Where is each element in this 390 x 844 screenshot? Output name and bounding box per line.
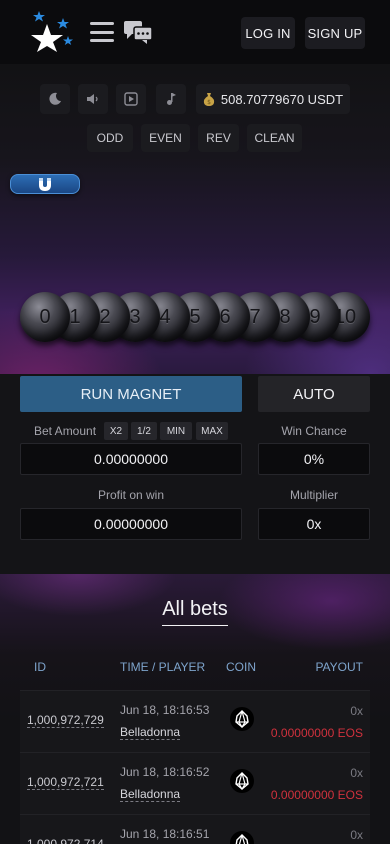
bet-amount-label: Bet Amount xyxy=(34,424,97,438)
eos-icon xyxy=(235,834,249,844)
column-id: ID xyxy=(34,660,46,674)
clean-button[interactable]: CLEAN xyxy=(247,124,302,152)
animation-toggle[interactable] xyxy=(116,84,146,114)
moon-icon xyxy=(49,92,61,105)
multiplier-display: 0x xyxy=(258,508,370,540)
number-balls: 0 1 2 3 4 5 6 7 8 9 10 xyxy=(20,292,370,346)
money-bag-icon: $ xyxy=(203,93,215,106)
bet-multiplier: 0x xyxy=(350,766,363,780)
top-header: LOG IN SIGN UP xyxy=(0,0,390,64)
table-row[interactable]: 1,000,972,721 Jun 18, 18:16:52 Belladonna 0… xyxy=(20,752,370,814)
login-button[interactable]: LOG IN xyxy=(241,17,295,49)
run-magnet-button[interactable]: RUN MAGNET xyxy=(20,376,242,412)
bet-payout: 0.00000000 EOS xyxy=(270,726,363,740)
magnet-position-indicator[interactable] xyxy=(10,174,80,194)
table-row[interactable]: 1,000,972,729 Jun 18, 18:16:53 Belladonna 0… xyxy=(20,690,370,752)
sound-toggle[interactable] xyxy=(78,84,108,114)
eos-icon xyxy=(235,710,249,728)
rev-button[interactable]: REV xyxy=(198,124,239,152)
min-bet-button[interactable]: MIN xyxy=(160,422,192,440)
bet-multiplier: 0x xyxy=(350,828,363,842)
all-bets-section: All bets ID TIME / PLAYER COIN PAYOUT 1,… xyxy=(0,574,390,844)
bet-player[interactable]: Belladonna xyxy=(120,787,181,802)
coin-cell xyxy=(230,707,254,731)
win-chance-label: Win Chance xyxy=(281,424,347,438)
even-button[interactable]: EVEN xyxy=(141,124,190,152)
balance-amount: 508.70779670 USDT xyxy=(220,91,344,107)
column-coin: COIN xyxy=(226,660,256,674)
coin-cell xyxy=(230,831,254,844)
bet-amount-input[interactable]: 0.00000000 xyxy=(20,443,242,475)
bet-time: Jun 18, 18:16:53 xyxy=(120,703,210,717)
bet-id[interactable]: 1,000,972,721 xyxy=(27,775,104,790)
win-chance-display: 0% xyxy=(258,443,370,475)
odd-button[interactable]: ODD xyxy=(87,124,133,152)
table-row[interactable]: 1,000,972,714 Jun 18, 18:16:51 0x xyxy=(20,814,370,844)
magnet-icon xyxy=(39,178,51,191)
volume-icon xyxy=(87,94,98,104)
bet-panel: RUN MAGNET AUTO Bet Amount X2 1/2 MIN MA… xyxy=(0,374,390,574)
max-bet-button[interactable]: MAX xyxy=(196,422,228,440)
column-time-player: TIME / PLAYER xyxy=(120,660,206,674)
bet-multiplier: 0x xyxy=(350,704,363,718)
chat-bubbles-icon[interactable] xyxy=(123,20,153,44)
bet-payout: 0.00000000 EOS xyxy=(270,788,363,802)
music-note-icon xyxy=(167,93,176,105)
half-bet-button[interactable]: 1/2 xyxy=(131,422,157,440)
bet-player[interactable]: Belladonna xyxy=(120,725,181,740)
number-ball: 0 xyxy=(20,292,70,342)
auto-button[interactable]: AUTO xyxy=(258,376,370,412)
bet-id[interactable]: 1,000,972,729 xyxy=(27,713,104,728)
night-mode-toggle[interactable] xyxy=(40,84,70,114)
coin-cell xyxy=(230,769,254,793)
play-icon xyxy=(124,92,138,106)
stars-logo-icon[interactable] xyxy=(30,10,74,52)
double-bet-button[interactable]: X2 xyxy=(104,422,128,440)
signup-button[interactable]: SIGN UP xyxy=(305,17,365,49)
bet-time: Jun 18, 18:16:51 xyxy=(120,827,210,841)
svg-text:$: $ xyxy=(207,99,211,106)
bet-id[interactable]: 1,000,972,714 xyxy=(27,837,104,844)
multiplier-label: Multiplier xyxy=(289,488,338,502)
eos-icon xyxy=(235,772,249,790)
all-bets-title: All bets xyxy=(0,598,390,626)
profit-label: Profit on win xyxy=(97,488,165,502)
balance-display[interactable]: $ 508.70779670 USDT xyxy=(196,84,350,114)
hamburger-icon[interactable] xyxy=(90,22,114,42)
game-area: $ 508.70779670 USDT ODD EVEN REV CLEAN 0… xyxy=(0,64,390,374)
profit-display: 0.00000000 xyxy=(20,508,242,540)
bet-time: Jun 18, 18:16:52 xyxy=(120,765,210,779)
column-payout: PAYOUT xyxy=(315,660,363,674)
music-toggle[interactable] xyxy=(156,84,186,114)
